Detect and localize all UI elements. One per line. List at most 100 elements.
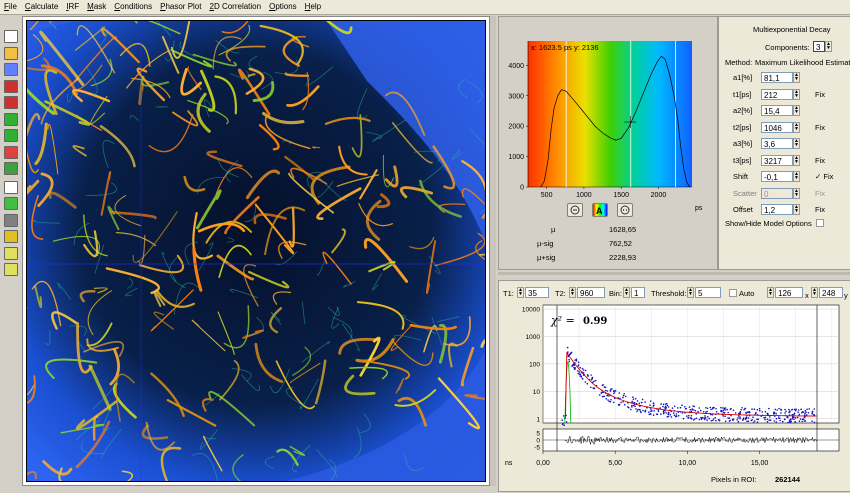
param-input[interactable]: 81,1: [761, 72, 793, 83]
decay-data-point: [712, 419, 714, 422]
lock-open-icon[interactable]: [4, 96, 18, 109]
fix-checkbox[interactable]: Fix: [815, 205, 825, 214]
param-spinner[interactable]: ▲ ▼: [793, 105, 800, 116]
lock-red-icon[interactable]: [4, 79, 18, 93]
vertical-splitter[interactable]: [490, 16, 496, 486]
flim-image[interactable]: [26, 20, 486, 482]
svg-text:A: A: [596, 206, 603, 216]
decay-data-point: [609, 389, 612, 392]
x-spinner[interactable]: ▲ ▼: [767, 287, 774, 298]
y-spinner[interactable]: ▲ ▼: [811, 287, 818, 298]
param-spinner[interactable]: ▲ ▼: [793, 121, 800, 133]
decay-data-point: [673, 405, 676, 407]
zoom-histogram-button-2[interactable]: [617, 203, 633, 217]
decay-data-point: [608, 400, 610, 403]
param-label: t3[ps]: [733, 155, 752, 165]
menu-irf[interactable]: IRF: [62, 0, 83, 14]
param-input[interactable]: 212: [761, 88, 793, 100]
decay-data-point: [691, 408, 693, 410]
t1-input[interactable]: 35: [525, 287, 549, 298]
fix-checkbox[interactable]: Fix: [815, 189, 825, 198]
color-scale-button[interactable]: A: [592, 203, 608, 217]
show-hide-model-options-checkbox[interactable]: [816, 219, 824, 227]
t2-spinner[interactable]: ▲ ▼: [569, 287, 576, 298]
fix-checkbox[interactable]: ✓ Fix: [815, 172, 833, 181]
decay-data-point: [641, 398, 644, 401]
bin-input[interactable]: 1: [631, 287, 645, 298]
binoculars-icon[interactable]: [4, 213, 18, 227]
param-spinner[interactable]: ▲ ▼: [793, 171, 800, 182]
param-spinner[interactable]: ▲ ▼: [793, 138, 800, 149]
t1-spinner[interactable]: ▲ ▼: [517, 287, 524, 298]
param-spinner[interactable]: ▲ ▼: [793, 204, 800, 215]
menu-calculate[interactable]: Calculate: [21, 0, 62, 14]
decay-data-point: [778, 407, 780, 410]
zoom-histogram-button[interactable]: [567, 203, 583, 217]
save-disk-icon[interactable]: [4, 63, 18, 76]
fluorescence-image-panel[interactable]: [22, 16, 490, 486]
y-input[interactable]: 248: [819, 287, 843, 298]
menu-help[interactable]: Help: [301, 0, 325, 14]
menu-options[interactable]: Options: [265, 0, 301, 14]
param-spinner[interactable]: ▲ ▼: [793, 88, 800, 100]
left-toolbar: [0, 30, 22, 300]
auto-checkbox[interactable]: [729, 289, 737, 297]
zoom-in-icon[interactable]: [4, 246, 18, 260]
decay-data-point: [562, 415, 565, 417]
grid-view-icon[interactable]: [4, 180, 18, 194]
decay-chart[interactable]: 100001000100101 50-5 0,00 5,00 10,00 15,00 …: [499, 299, 850, 489]
decay-data-point: [662, 403, 665, 406]
param-input[interactable]: 1,2: [761, 204, 793, 215]
decay-data-point: [700, 418, 703, 421]
fix-checkbox[interactable]: Fix: [815, 90, 825, 99]
decay-data-point: [577, 361, 580, 363]
bin-spinner[interactable]: ▲ ▼: [623, 287, 630, 298]
threshold-spinner[interactable]: ▲ ▼: [687, 287, 694, 298]
open-folder-icon[interactable]: [4, 46, 18, 60]
menu-conditions[interactable]: Conditions: [110, 0, 156, 14]
decay-data-point: [768, 419, 770, 421]
lifetime-histogram-chart[interactable]: x: 1623.5 ps y: 2136 4000 3000 2000 1000 0 5…: [499, 17, 717, 217]
param-input[interactable]: 15,4: [761, 105, 793, 116]
arrow-green-2-icon[interactable]: [4, 129, 18, 142]
decay-data-point: [567, 351, 569, 353]
new-document-icon[interactable]: [4, 30, 18, 43]
menu-2d-correlation[interactable]: 2D Correlation: [205, 0, 265, 14]
components-select[interactable]: 3: [813, 41, 825, 52]
decay-data-point: [568, 358, 570, 361]
decay-data-point: [634, 405, 636, 408]
decay-data-point: [811, 412, 814, 414]
menu-file[interactable]: File: [0, 0, 21, 14]
zoom-out-icon[interactable]: [4, 263, 18, 276]
decay-data-point: [794, 417, 797, 419]
param-input[interactable]: 3,6: [761, 138, 793, 149]
components-spinner[interactable]: ▲ ▼: [825, 41, 832, 52]
param-spinner[interactable]: ▲ ▼: [793, 72, 800, 83]
method-select[interactable]: Maximum Likelihood Estimation: [755, 58, 850, 67]
menu-phasor-plot[interactable]: Phasor Plot: [156, 0, 205, 14]
decay-data-point: [779, 417, 781, 420]
param-input[interactable]: 3217: [761, 154, 793, 166]
decay-data-point: [695, 417, 698, 420]
arrow-green-icon[interactable]: [4, 112, 18, 126]
threshold-input[interactable]: 5: [695, 287, 721, 298]
grid-columns-icon[interactable]: [4, 197, 18, 210]
color-palette-icon[interactable]: [4, 230, 18, 243]
param-input[interactable]: 0: [761, 187, 793, 199]
decay-data-point: [677, 414, 680, 417]
t2-input[interactable]: 960: [577, 287, 605, 298]
param-input[interactable]: -0,1: [761, 171, 793, 182]
decay-data-point: [739, 412, 742, 415]
x-input[interactable]: 126: [775, 287, 803, 298]
stack-red-icon[interactable]: [4, 145, 18, 159]
decay-data-point: [780, 412, 782, 414]
param-input[interactable]: 1046: [761, 121, 793, 133]
menu-mask[interactable]: Mask: [83, 0, 110, 14]
fix-checkbox[interactable]: Fix: [815, 123, 825, 132]
stack-multi-icon[interactable]: [4, 162, 18, 175]
horizontal-splitter[interactable]: [498, 272, 850, 275]
fix-checkbox[interactable]: Fix: [815, 156, 825, 165]
param-spinner[interactable]: ▲ ▼: [793, 154, 800, 166]
param-spinner[interactable]: ▲ ▼: [793, 187, 800, 199]
decay-data-point: [775, 413, 777, 415]
